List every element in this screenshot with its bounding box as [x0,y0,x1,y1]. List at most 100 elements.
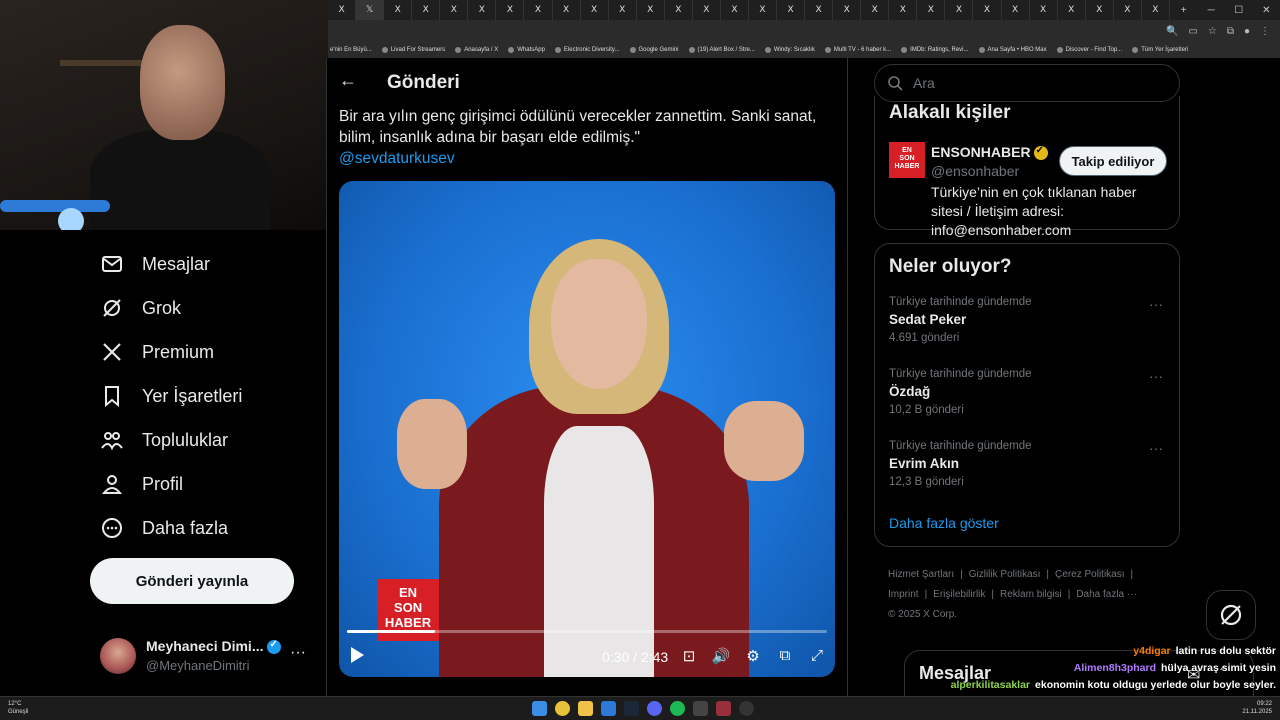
file-explorer-icon[interactable] [578,701,593,716]
browser-tab[interactable]: X [468,0,497,20]
following-button[interactable]: Takip ediliyor [1059,146,1167,176]
browser-tab[interactable]: X [665,0,693,20]
weather-widget[interactable]: 12°C Güneşli [8,700,28,716]
browser-tab[interactable]: X [328,0,357,20]
menu-icon[interactable]: ⋮ [1260,26,1270,37]
grok-button[interactable] [1206,590,1256,640]
footer-link[interactable]: Reklam bilgisi [1000,589,1062,600]
app-icon[interactable] [601,701,616,716]
footer-link[interactable]: Çerez Politikası [1055,569,1124,580]
more-icon[interactable]: ··· [1149,296,1163,312]
video-progress-bar[interactable] [347,630,827,633]
more-icon[interactable]: ··· [1149,368,1163,384]
star-icon[interactable]: ☆ [1208,26,1217,37]
browser-tab[interactable]: X [496,0,525,20]
browser-tab[interactable]: X [609,0,637,20]
obs-icon[interactable] [716,701,731,716]
bookmark-item[interactable]: Livad For Streamers [381,47,445,53]
browser-tab[interactable]: X [581,0,609,20]
profile-icon[interactable]: ● [1244,26,1250,37]
nav-item-mesajlar[interactable]: Mesajlar [100,252,210,276]
nav-item-premium[interactable]: Premium [100,340,214,364]
captions-icon[interactable]: ⊡ [679,647,699,667]
bookmark-item[interactable]: IMDb: Ratings, Revi... [901,47,969,53]
browser-tab[interactable]: X [889,0,918,20]
footer-link[interactable]: Erişilebilirlik [933,589,985,600]
browser-tab[interactable]: X [412,0,441,20]
video-player[interactable]: EN SON HABER 0:30 / 2:43 ⊡ 🔊 ⚙ ⧉ ⤢ [339,181,835,677]
related-name[interactable]: ENSONHABER [931,144,1048,161]
app-icon[interactable] [693,701,708,716]
search-icon[interactable]: 🔍 [1166,26,1178,37]
browser-tab[interactable]: X [777,0,806,20]
bookmark-item[interactable]: WhatsApp [508,47,545,53]
maximize-icon[interactable]: ☐ [1225,0,1253,20]
chrome-icon[interactable] [555,701,570,716]
trend-item[interactable]: Türkiye tarihinde gündemde Özdağ 10,2 B gö… [889,368,1169,428]
volume-icon[interactable]: 🔊 [711,647,731,667]
start-icon[interactable] [532,701,547,716]
search-box[interactable] [874,64,1180,102]
discord-icon[interactable] [647,701,662,716]
footer-link[interactable]: Gizlilik Politikası [969,569,1041,580]
extensions-icon[interactable]: ⧉ [1227,26,1234,37]
bookmark-item[interactable]: e'nin En Büyü... [330,47,372,53]
browser-tab[interactable]: X [749,0,777,20]
browser-tab[interactable]: X [1030,0,1058,20]
play-icon[interactable] [351,647,364,663]
nav-item-topluluklar[interactable]: Topluluklar [100,428,228,452]
browser-tab[interactable]: X [553,0,581,20]
bookmark-item[interactable]: Electronic Diversity... [554,47,620,53]
bookmark-item[interactable]: Anasayfa / X [455,47,498,53]
browser-tab[interactable]: X [721,0,749,20]
browser-tab[interactable]: X [1114,0,1142,20]
close-icon[interactable]: ✕ [1253,0,1280,20]
picture-in-picture-icon[interactable]: ⧉ [775,647,795,667]
browser-tab[interactable]: X [693,0,721,20]
bookmark-item[interactable]: Ana Sayfa • HBO Max [978,47,1047,53]
trend-item[interactable]: Türkiye tarihinde gündemde Evrim Akın 12,3… [889,440,1169,500]
settings-gear-icon[interactable]: ⚙ [743,647,763,667]
browser-tab[interactable]: X [1058,0,1086,20]
steam-icon[interactable] [624,701,639,716]
spotify-icon[interactable] [670,701,685,716]
browser-tab[interactable]: X [917,0,946,20]
browser-tab[interactable]: X [861,0,890,20]
app-icon[interactable] [739,701,754,716]
browser-tab[interactable]: X [637,0,665,20]
ensonhaber-avatar[interactable]: EN SON HABER [889,142,925,178]
nav-item-daha-fazla[interactable]: Daha fazla [100,516,228,540]
more-icon[interactable]: ··· [1149,440,1163,456]
bookmark-item[interactable]: Discover - Find Top... [1056,47,1122,53]
browser-tab[interactable]: X [384,0,413,20]
browser-tab[interactable]: X [440,0,469,20]
bookmark-item[interactable]: Tüm Yer İşaretleri [1132,47,1188,53]
browser-tab[interactable]: X [1142,0,1170,20]
bookmark-item[interactable]: Windy: Sıcaklık [764,47,815,53]
browser-tab[interactable]: X [1086,0,1114,20]
browser-tab[interactable]: X [1002,0,1030,20]
back-arrow-icon[interactable]: ← [339,70,357,91]
nav-item-yer-i-şaretleri[interactable]: Yer İşaretleri [100,384,242,408]
footer-link[interactable]: Daha fazla ··· [1076,589,1137,600]
browser-tab[interactable]: 𝕏 [356,0,385,20]
fullscreen-icon[interactable]: ⤢ [807,647,827,667]
trend-item[interactable]: Türkiye tarihinde gündemde Sedat Peker 4.6… [889,296,1169,356]
account-switcher[interactable]: Meyhaneci Dimi... @MeyhaneDimitri ··· [100,634,310,678]
search-input[interactable] [913,75,1153,91]
new-tab-button[interactable]: + [1170,0,1198,20]
more-icon[interactable]: ··· [290,644,306,662]
nav-item-grok[interactable]: Grok [100,296,181,320]
browser-tab[interactable]: X [805,0,834,20]
bookmark-item[interactable]: Multi TV - 6 haber k... [824,47,891,53]
browser-tab[interactable]: X [973,0,1002,20]
post-button[interactable]: Gönderi yayınla [90,558,294,604]
footer-link[interactable]: Imprint [888,589,919,600]
footer-link[interactable]: Hizmet Şartları [888,569,954,580]
cast-icon[interactable]: ▭ [1188,26,1197,37]
show-more-link[interactable]: Daha fazla göster [889,515,999,531]
system-tray-clock[interactable]: 09:22 21.11.2025 [1242,700,1272,716]
bookmark-item[interactable]: (19) Alert Box / Stre... [688,47,755,53]
minimize-icon[interactable]: ─ [1197,0,1225,20]
browser-tab[interactable]: X [945,0,974,20]
